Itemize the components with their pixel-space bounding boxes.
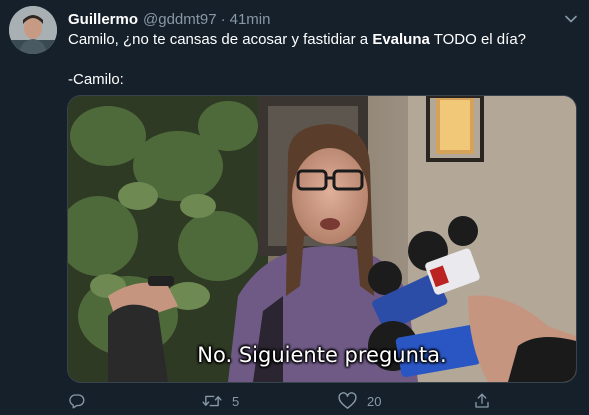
like-count: 20: [367, 393, 382, 409]
tweet-text-line-1: Camilo, ¿no te cansas de acosar y fastid…: [68, 30, 573, 50]
avatar[interactable]: [9, 6, 57, 54]
reply-icon: [69, 394, 85, 409]
tweet-text-line-2: -Camilo:: [68, 71, 124, 88]
video-subtitle: No. Siguiente pregunta.: [197, 343, 447, 367]
display-name[interactable]: Guillermo: [68, 11, 138, 28]
tweet-text-start: Camilo, ¿no te cansas de acosar y fastid…: [68, 31, 373, 48]
heart-icon: [338, 392, 357, 409]
tweet[interactable]: Guillermo @gddmt97 · 41min Camilo, ¿no t…: [0, 0, 589, 415]
retweet-count: 5: [232, 393, 240, 409]
share-icon: [475, 393, 489, 408]
reply-button[interactable]: [68, 390, 96, 412]
user-handle[interactable]: @gddmt97: [143, 11, 217, 28]
separator-dot: ·: [220, 10, 226, 28]
like-button[interactable]: 20: [338, 390, 381, 412]
tweet-header: Guillermo @gddmt97 · 41min: [68, 9, 270, 29]
tweet-text-bold: Evaluna: [372, 31, 430, 48]
tweet-actions: 5 20: [68, 390, 508, 412]
retweet-icon: [202, 395, 222, 407]
tweet-text: Camilo, ¿no te cansas de acosar y fastid…: [68, 30, 573, 90]
share-button[interactable]: [473, 390, 491, 412]
video-still-image: [68, 96, 576, 382]
media-video-frame[interactable]: No. Siguiente pregunta.: [67, 95, 577, 383]
timestamp[interactable]: 41min: [230, 11, 271, 28]
retweet-button[interactable]: 5: [202, 390, 239, 412]
tweet-text-end: TODO el día?: [429, 31, 527, 48]
chevron-down-icon[interactable]: [562, 10, 580, 28]
